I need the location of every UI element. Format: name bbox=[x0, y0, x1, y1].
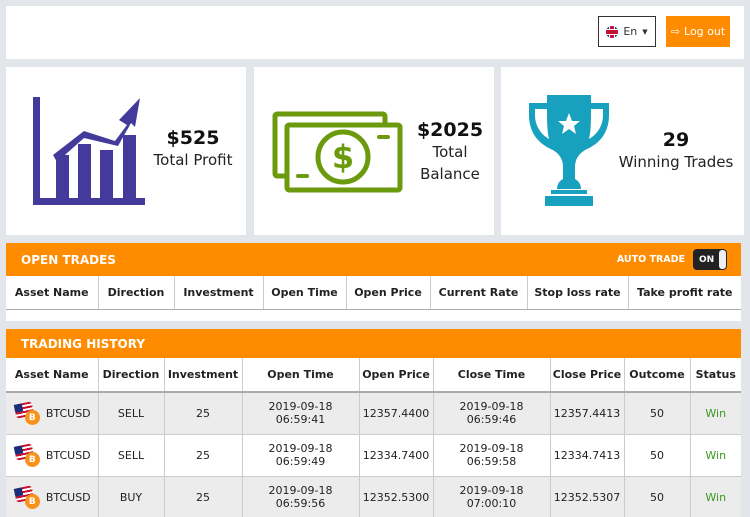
open-time-cell: 2019-09-18 06:59:49 bbox=[242, 434, 360, 477]
stat-card-total-balance: $ $2025 Total Balance bbox=[254, 67, 494, 235]
asset-cell: B BTCUSD bbox=[6, 434, 99, 477]
open-time-cell: 2019-09-18 06:59:41 bbox=[242, 392, 360, 435]
open-price-cell: 12334.7400 bbox=[359, 434, 434, 477]
investment-cell: 25 bbox=[164, 434, 243, 477]
sign-out-icon: ⇨ bbox=[670, 25, 681, 38]
svg-text:$: $ bbox=[332, 138, 354, 176]
trading-history-table: Asset Name Direction Investment Open Tim… bbox=[6, 358, 741, 517]
column-header[interactable]: Investment bbox=[164, 358, 243, 393]
open-price-cell: 12357.4400 bbox=[359, 392, 434, 435]
btc-usd-icon: B bbox=[13, 485, 43, 509]
money-bills-icon: $ bbox=[272, 111, 403, 193]
column-header[interactable]: Open Price bbox=[359, 358, 434, 393]
total-balance-value: $2025 bbox=[416, 119, 484, 141]
trading-history-title: TRADING HISTORY bbox=[21, 336, 146, 351]
total-balance-label-line1: Total bbox=[432, 143, 468, 161]
column-header[interactable]: Current Rate bbox=[430, 276, 528, 311]
stat-card-winning-trades: 29 Winning Trades bbox=[501, 67, 744, 235]
auto-trade-label: AUTO TRADE bbox=[616, 254, 685, 265]
auto-trade-state: ON bbox=[699, 254, 715, 265]
close-time-cell: 2019-09-18 06:59:58 bbox=[433, 434, 551, 477]
column-header[interactable]: Stop loss rate bbox=[527, 276, 629, 311]
btc-usd-icon: B bbox=[13, 443, 43, 467]
column-header[interactable]: Close Time bbox=[433, 358, 551, 393]
uk-flag-icon bbox=[606, 25, 619, 38]
total-profit-label: Total Profit bbox=[153, 151, 233, 169]
status-cell: Win bbox=[690, 476, 741, 517]
total-profit-value: $525 bbox=[166, 127, 220, 149]
table-row: B BTCUSD SELL 25 2019-09-18 06:59:49 1233… bbox=[6, 434, 741, 477]
column-header[interactable]: Open Price bbox=[346, 276, 431, 311]
top-bar: En ▼ ⇨ Log out bbox=[6, 6, 744, 59]
direction-cell: SELL bbox=[98, 434, 165, 477]
btc-usd-icon: B bbox=[13, 401, 43, 426]
growth-chart-icon bbox=[33, 97, 145, 205]
trading-history-header-row: Asset Name Direction Investment Open Tim… bbox=[6, 358, 741, 393]
asset-cell: B BTCUSD bbox=[6, 476, 99, 517]
asset-name: BTCUSD bbox=[45, 490, 91, 504]
column-header[interactable]: Close Price bbox=[550, 358, 625, 393]
logout-label: Log out bbox=[684, 25, 726, 38]
stat-card-total-profit: $525 Total Profit bbox=[6, 67, 246, 235]
trophy-icon bbox=[529, 95, 609, 206]
caret-down-icon: ▼ bbox=[642, 27, 648, 36]
trading-history-header: TRADING HISTORY bbox=[6, 329, 741, 358]
open-trades-header: OPEN TRADES AUTO TRADE ON bbox=[6, 243, 741, 276]
outcome-cell: 50 bbox=[624, 392, 691, 435]
column-header[interactable]: Open Time bbox=[242, 358, 360, 393]
status-cell: Win bbox=[690, 392, 741, 435]
asset-name: BTCUSD bbox=[45, 448, 91, 462]
asset-cell: B BTCUSD bbox=[6, 392, 99, 435]
open-trades-title: OPEN TRADES bbox=[21, 252, 116, 267]
auto-trade-control: AUTO TRADE ON bbox=[617, 249, 727, 270]
column-header[interactable]: Status bbox=[690, 358, 741, 393]
winning-trades-value: 29 bbox=[662, 129, 690, 151]
language-label: En bbox=[623, 25, 638, 38]
winning-trades-label: Winning Trades bbox=[618, 153, 734, 171]
open-trades-empty-row bbox=[6, 310, 741, 321]
column-header[interactable]: Asset Name bbox=[6, 276, 99, 311]
language-dropdown[interactable]: En ▼ bbox=[598, 16, 656, 47]
investment-cell: 25 bbox=[164, 392, 243, 435]
close-price-cell: 12357.4413 bbox=[550, 392, 625, 435]
column-header[interactable]: Take profit rate bbox=[628, 276, 741, 311]
logout-button[interactable]: ⇨ Log out bbox=[666, 16, 730, 47]
outcome-cell: 50 bbox=[624, 434, 691, 477]
close-price-cell: 12334.7413 bbox=[550, 434, 625, 477]
table-row: B BTCUSD BUY 25 2019-09-18 06:59:56 12352… bbox=[6, 476, 741, 517]
open-price-cell: 12352.5300 bbox=[359, 476, 434, 517]
open-time-cell: 2019-09-18 06:59:56 bbox=[242, 476, 360, 517]
total-balance-label-line2: Balance bbox=[420, 165, 480, 183]
close-time-cell: 2019-09-18 07:00:10 bbox=[433, 476, 551, 517]
outcome-cell: 50 bbox=[624, 476, 691, 517]
open-trades-table: Asset Name Direction Investment Open Tim… bbox=[6, 276, 741, 311]
column-header[interactable]: Open Time bbox=[263, 276, 347, 311]
close-price-cell: 12352.5307 bbox=[550, 476, 625, 517]
column-header[interactable]: Direction bbox=[98, 358, 165, 393]
close-time-cell: 2019-09-18 06:59:46 bbox=[433, 392, 551, 435]
column-header[interactable]: Investment bbox=[174, 276, 264, 311]
column-header[interactable]: Direction bbox=[98, 276, 175, 311]
status-cell: Win bbox=[690, 434, 741, 477]
open-trades-header-row: Asset Name Direction Investment Open Tim… bbox=[6, 276, 741, 311]
table-row: B BTCUSD SELL 25 2019-09-18 06:59:41 1235… bbox=[6, 392, 741, 435]
investment-cell: 25 bbox=[164, 476, 243, 517]
direction-cell: SELL bbox=[98, 392, 165, 435]
auto-trade-toggle[interactable]: ON bbox=[693, 249, 727, 270]
asset-name: BTCUSD bbox=[45, 406, 91, 420]
direction-cell: BUY bbox=[98, 476, 165, 517]
column-header[interactable]: Asset Name bbox=[6, 358, 99, 393]
column-header[interactable]: Outcome bbox=[624, 358, 691, 393]
